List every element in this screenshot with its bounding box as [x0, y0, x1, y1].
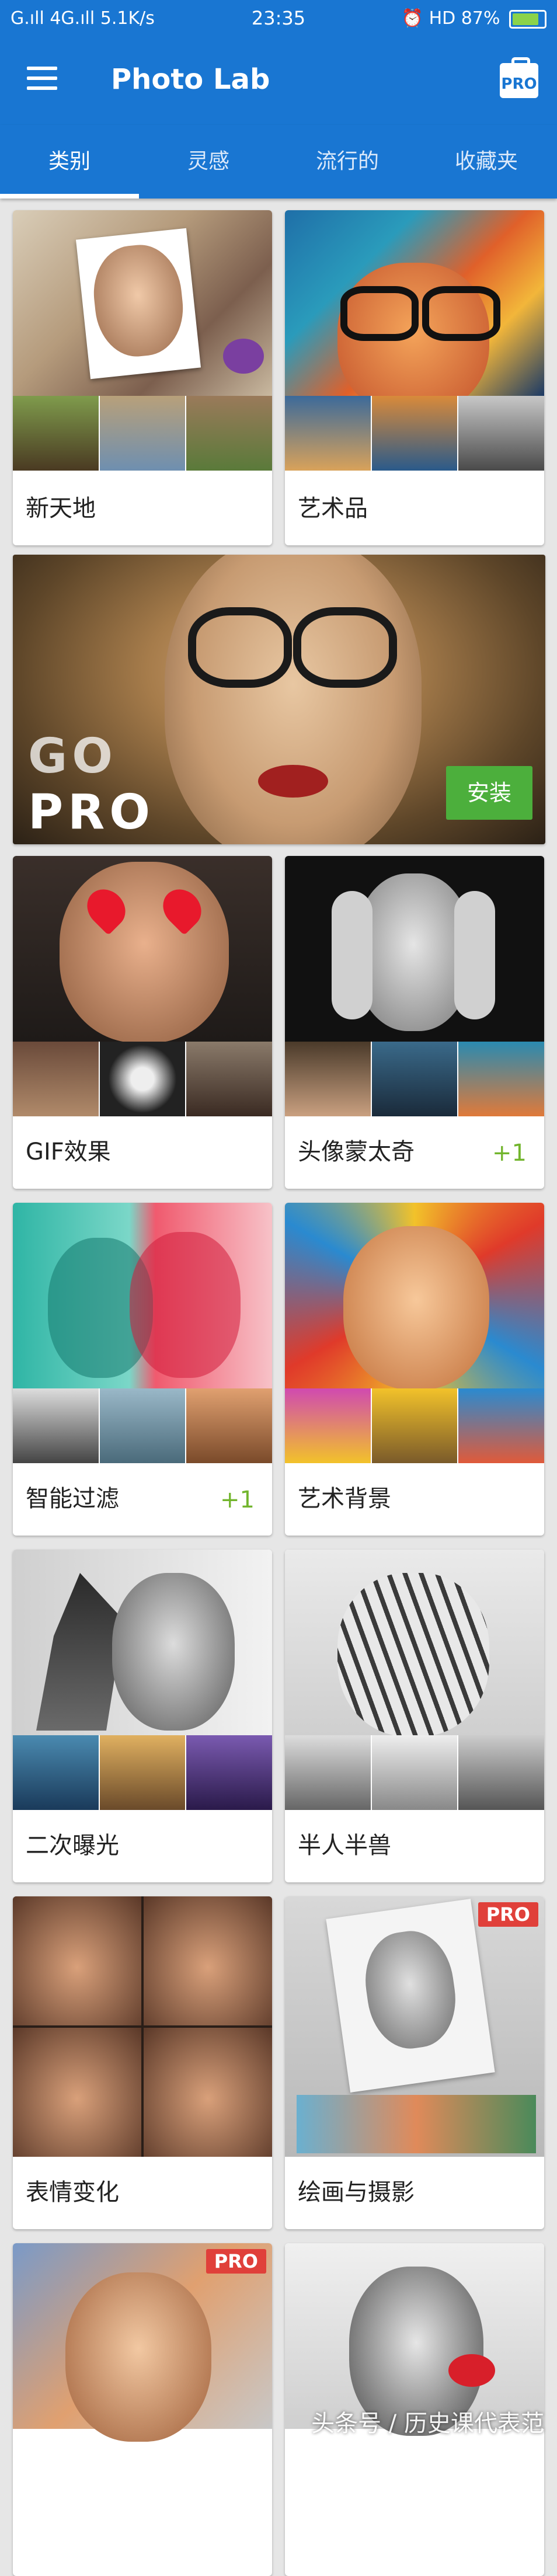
category-label: GIF效果 — [26, 1139, 111, 1165]
category-card-smart-filters[interactable]: 智能过滤 +1 — [13, 1203, 272, 1536]
category-thumbnails — [13, 396, 272, 471]
category-card-sketch[interactable]: PRO — [13, 2243, 272, 2576]
app-title: Photo Lab — [111, 63, 270, 96]
category-hero-image — [285, 1896, 544, 2157]
category-hero-image — [285, 1203, 544, 1390]
category-label: 艺术背景 — [298, 1485, 391, 1512]
category-thumbnails — [13, 1388, 272, 1463]
tab-bar: 类别 灵感 流行的 收藏夹 — [0, 125, 557, 199]
go-pro-ad-banner[interactable]: GO PRO 安装 — [13, 555, 545, 844]
pro-bag-icon[interactable]: PRO — [500, 57, 538, 98]
category-thumbnails — [285, 1735, 544, 1810]
category-label: 艺术品 — [298, 495, 368, 522]
tab-inspiration[interactable]: 灵感 — [139, 125, 278, 199]
category-card-painting-photo[interactable]: PRO 绘画与摄影 — [285, 1896, 544, 2229]
category-card-expression-change[interactable]: 表情变化 — [13, 1896, 272, 2229]
category-hero-image — [285, 1550, 544, 1736]
ad-headline: GO PRO — [28, 729, 155, 840]
pro-badge: PRO — [478, 1902, 538, 1927]
category-label: 头像蒙太奇 — [298, 1139, 415, 1165]
battery-icon — [509, 9, 546, 29]
category-label: 表情变化 — [26, 2179, 119, 2206]
category-hero-image — [13, 856, 272, 1043]
category-hero-image — [285, 856, 544, 1042]
status-indicators: ⏰ HD 87% — [401, 8, 500, 29]
category-hero-image — [13, 1896, 272, 2157]
category-label: 新天地 — [26, 495, 96, 522]
status-bar: G.ıll 4G.ıll 5.1K/s 23:35 ⏰ HD 87% — [0, 0, 557, 37]
category-hero-image — [13, 210, 272, 396]
hamburger-menu-icon[interactable] — [27, 67, 57, 90]
new-count-badge: +1 — [492, 1140, 527, 1167]
category-thumbnails — [285, 1388, 544, 1463]
category-card-double-exposure[interactable]: 二次曝光 — [13, 1550, 272, 1882]
category-thumbnails — [285, 396, 544, 471]
category-card-gif-effects[interactable]: GIF效果 — [13, 856, 272, 1189]
category-hero-image — [285, 2243, 544, 2436]
category-card-art-backgrounds[interactable]: 艺术背景 — [285, 1203, 544, 1536]
category-label: 智能过滤 — [26, 1485, 119, 1512]
new-count-badge: +1 — [220, 1487, 255, 1513]
category-thumbnails — [13, 1735, 272, 1810]
category-card-artwork[interactable]: 艺术品 — [285, 210, 544, 545]
install-button[interactable]: 安装 — [446, 766, 532, 820]
category-card-avatar-montage[interactable]: 头像蒙太奇 +1 — [285, 856, 544, 1189]
tab-popular[interactable]: 流行的 — [278, 125, 417, 199]
category-thumbnails — [13, 1042, 272, 1116]
status-right: ⏰ HD 87% — [402, 8, 546, 29]
category-label: 绘画与摄影 — [298, 2179, 415, 2206]
tab-favorites[interactable]: 收藏夹 — [417, 125, 556, 199]
category-card-new-world[interactable]: 新天地 — [13, 210, 272, 545]
category-hero-image — [13, 1203, 272, 1388]
category-card-half-beast[interactable]: 半人半兽 — [285, 1550, 544, 1882]
tab-categories[interactable]: 类别 — [0, 125, 139, 199]
category-label: 二次曝光 — [26, 1832, 119, 1859]
pro-badge: PRO — [206, 2249, 266, 2274]
app-bar: Photo Lab PRO — [0, 37, 557, 125]
category-hero-image — [13, 1550, 272, 1735]
watermark: 头条号 / 历史课代表范 — [311, 2410, 544, 2437]
category-label: 半人半兽 — [298, 1832, 391, 1859]
category-hero-image — [285, 210, 544, 415]
category-thumbnails — [285, 1042, 544, 1116]
